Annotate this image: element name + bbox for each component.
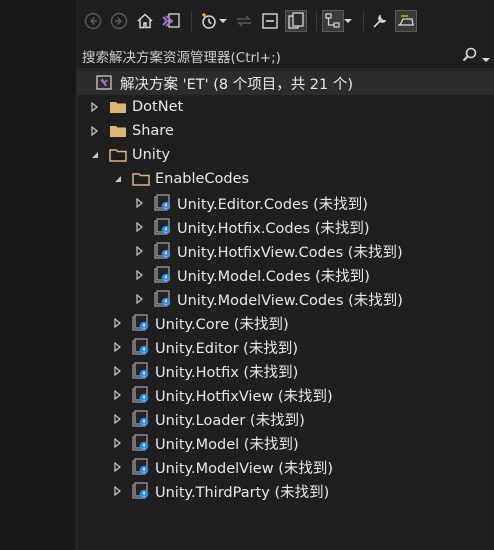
toolbar-separator — [363, 11, 364, 31]
tree-item-label: Unity.ModelView (未找到) — [155, 460, 334, 477]
tree-item-label: Unity — [132, 147, 171, 163]
project-unloaded-icon — [131, 410, 151, 428]
expand-icon[interactable] — [133, 244, 147, 258]
forward-icon[interactable] — [108, 10, 130, 32]
tree-item-project[interactable]: Unity.Model.Codes (未找到) — [133, 263, 370, 287]
tree-item-label: Unity.Loader (未找到) — [155, 412, 305, 429]
tree-item-project[interactable]: Unity.Hotfix (未找到) — [111, 359, 298, 383]
tree-item-label: Unity.Hotfix.Codes (未找到) — [177, 220, 370, 237]
tree-item-project[interactable]: Unity.Model (未找到) — [111, 431, 299, 455]
tree-item-label: EnableCodes — [155, 171, 250, 187]
expand-icon[interactable] — [111, 484, 125, 498]
home-icon[interactable] — [134, 10, 156, 32]
project-unloaded-icon — [153, 218, 173, 236]
history-dropdown-icon[interactable] — [219, 10, 227, 32]
expand-icon[interactable] — [133, 196, 147, 210]
project-unloaded-icon — [131, 314, 151, 332]
back-icon[interactable] — [82, 10, 104, 32]
tree-item-project[interactable]: Unity.ModelView (未找到) — [111, 455, 333, 479]
project-unloaded-icon — [131, 434, 151, 452]
tree-item-label: Unity.ModelView.Codes (未找到) — [177, 292, 403, 309]
left-gutter — [0, 0, 77, 550]
tree-item-label: Share — [132, 123, 174, 139]
sync-icon[interactable] — [233, 10, 255, 32]
tree-item-project[interactable]: Unity.Editor.Codes (未找到) — [133, 191, 368, 215]
expand-icon[interactable] — [111, 388, 125, 402]
project-unloaded-icon — [153, 266, 173, 284]
toolbar-separator — [191, 11, 192, 31]
tree-item-project[interactable]: Unity.ThirdParty (未找到) — [111, 479, 329, 503]
properties-icon[interactable] — [369, 10, 391, 32]
expand-icon[interactable] — [88, 100, 102, 114]
tree-item-enablecodes[interactable]: EnableCodes — [111, 167, 249, 191]
solution-node[interactable]: 解决方案 'ET' (8 个项目，共 21 个) — [76, 71, 494, 95]
tree-item-project[interactable]: Unity.HotfixView (未找到) — [111, 383, 333, 407]
solution-label: 解决方案 'ET' (8 个项目，共 21 个) — [120, 76, 354, 93]
folder-open-icon — [131, 170, 151, 188]
tree-item-label: Unity.Hotfix (未找到) — [155, 364, 299, 381]
tree-item-label: Unity.Model.Codes (未找到) — [177, 268, 370, 285]
search-input[interactable]: 搜索解决方案资源管理器(Ctrl+;) — [82, 46, 281, 66]
tree-item-label: Unity.Editor.Codes (未找到) — [177, 196, 368, 213]
expand-icon[interactable] — [111, 436, 125, 450]
expand-icon[interactable] — [111, 340, 125, 354]
tree-item-project[interactable]: Unity.Hotfix.Codes (未找到) — [133, 215, 370, 239]
folder-icon — [108, 98, 128, 116]
solution-explorer-toolbar — [76, 0, 494, 42]
preview-icon[interactable] — [395, 10, 417, 32]
tree-item-unity[interactable]: Unity — [88, 143, 170, 167]
project-unloaded-icon — [131, 338, 151, 356]
expand-icon[interactable] — [111, 460, 125, 474]
project-unloaded-icon — [131, 386, 151, 404]
expand-icon[interactable] — [111, 412, 125, 426]
project-unloaded-icon — [131, 482, 151, 500]
tree-item-label: Unity.Editor (未找到) — [155, 340, 298, 357]
project-unloaded-icon — [153, 242, 173, 260]
tree-item-label: Unity.Core (未找到) — [155, 316, 289, 333]
view-tree-icon[interactable] — [322, 10, 344, 32]
project-unloaded-icon — [153, 194, 173, 212]
history-icon[interactable] — [197, 10, 219, 32]
expand-icon[interactable] — [111, 364, 125, 378]
collapse-icon[interactable] — [88, 148, 102, 162]
tree-item-project[interactable]: Unity.HotfixView.Codes (未找到) — [133, 239, 403, 263]
view-dropdown-icon[interactable] — [344, 10, 352, 32]
collapse-icon[interactable] — [111, 172, 125, 186]
expand-icon[interactable] — [88, 124, 102, 138]
tree-item-label: DotNet — [132, 99, 184, 115]
tree-item-project[interactable]: Unity.ModelView.Codes (未找到) — [133, 287, 403, 311]
project-unloaded-icon — [153, 290, 173, 308]
collapse-all-icon[interactable] — [259, 10, 281, 32]
folder-icon — [108, 122, 128, 140]
tree-item-label: Unity.HotfixView.Codes (未找到) — [177, 244, 403, 261]
vs-switch-icon[interactable] — [160, 10, 182, 32]
show-all-files-icon[interactable] — [285, 10, 307, 32]
tree-item-project[interactable]: Unity.Editor (未找到) — [111, 335, 298, 359]
tree-item-project[interactable]: Unity.Loader (未找到) — [111, 407, 305, 431]
search-bar[interactable]: 搜索解决方案资源管理器(Ctrl+;) — [76, 42, 494, 70]
search-controls — [461, 46, 490, 68]
search-options-dropdown-icon[interactable] — [482, 48, 490, 67]
project-unloaded-icon — [131, 458, 151, 476]
expand-icon[interactable] — [133, 220, 147, 234]
expand-icon[interactable] — [133, 292, 147, 306]
tree-item-label: Unity.Model (未找到) — [155, 436, 299, 453]
tree-item-project[interactable]: Unity.Core (未找到) — [111, 311, 289, 335]
toolbar-separator — [316, 11, 317, 31]
tree-item-label: Unity.HotfixView (未找到) — [155, 388, 333, 405]
tree-item-dotnet[interactable]: DotNet — [88, 95, 183, 119]
tree-item-label: Unity.ThirdParty (未找到) — [155, 484, 330, 501]
project-unloaded-icon — [131, 362, 151, 380]
folder-open-icon — [108, 146, 128, 164]
expand-icon[interactable] — [133, 268, 147, 282]
search-icon[interactable] — [461, 46, 479, 68]
solution-icon — [94, 74, 114, 92]
expand-icon[interactable] — [111, 316, 125, 330]
tree-item-share[interactable]: Share — [88, 119, 174, 143]
